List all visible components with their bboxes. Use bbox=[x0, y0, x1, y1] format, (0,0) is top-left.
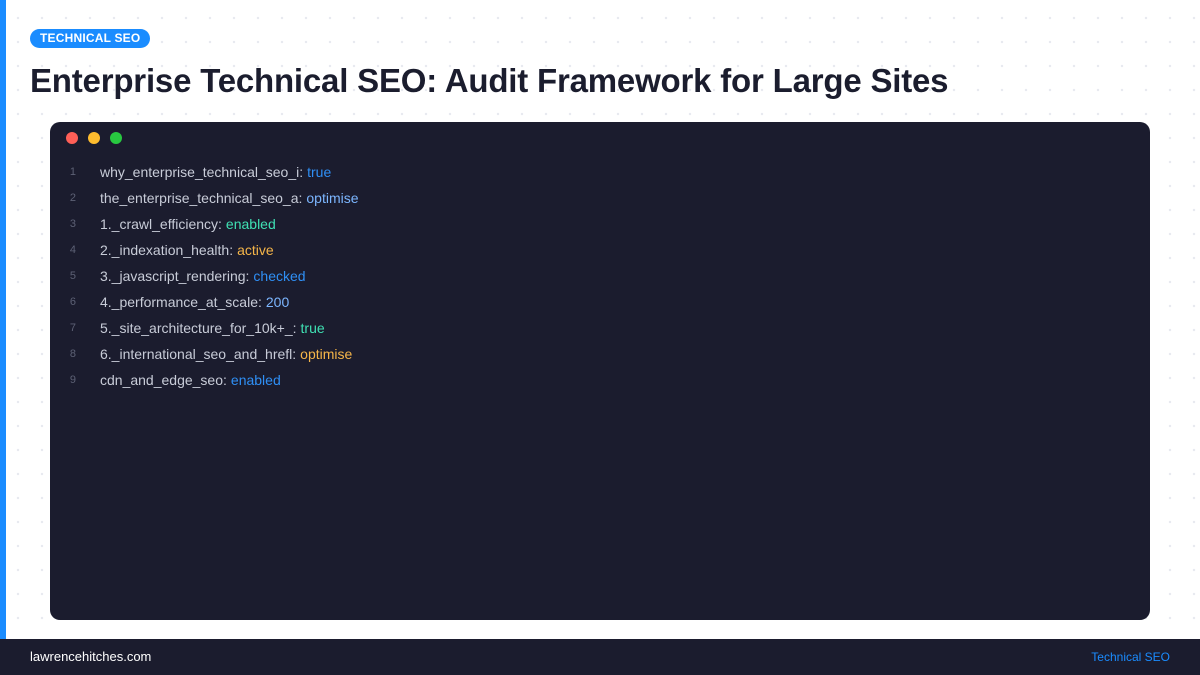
code-key: 3._javascript_rendering bbox=[100, 268, 246, 284]
code-text: why_enterprise_technical_seo_i: true bbox=[100, 164, 332, 180]
footer: lawrencehitches.com Technical SEO bbox=[0, 639, 1200, 675]
code-key: the_enterprise_technical_seo_a bbox=[100, 190, 299, 206]
code-value: 200 bbox=[265, 294, 290, 310]
code-text: the_enterprise_technical_seo_a: optimise bbox=[100, 190, 359, 206]
code-value: optimise bbox=[300, 346, 353, 362]
line-number: 9 bbox=[69, 374, 76, 386]
code-key: 2._indexation_health bbox=[100, 242, 230, 258]
code-window: 1 why_enterprise_technical_seo_i: true 2 … bbox=[50, 122, 1150, 620]
line-number: 5 bbox=[69, 270, 76, 282]
code-value: true bbox=[307, 164, 332, 180]
code-line: 1 why_enterprise_technical_seo_i: true bbox=[50, 159, 1150, 185]
code-line: 3 1._crawl_efficiency: enabled bbox=[50, 211, 1150, 237]
category-badge: TECHNICAL SEO bbox=[30, 29, 151, 48]
code-text: cdn_and_edge_seo: enabled bbox=[100, 372, 281, 388]
code-key: 6._international_seo_and_hrefl bbox=[100, 346, 293, 362]
line-number: 1 bbox=[69, 166, 76, 178]
maximize-dot-icon bbox=[110, 132, 122, 144]
footer-site-link[interactable]: lawrencehitches.com bbox=[30, 639, 151, 675]
line-number: 7 bbox=[69, 322, 76, 334]
page-title: Enterprise Technical SEO: Audit Framewor… bbox=[30, 62, 949, 99]
code-value: checked bbox=[253, 268, 306, 284]
code-key: 5._site_architecture_for_10k+_ bbox=[100, 320, 293, 336]
close-dot-icon bbox=[66, 132, 78, 144]
code-key: cdn_and_edge_seo bbox=[100, 372, 224, 388]
code-text: 6._international_seo_and_hrefl: optimise bbox=[100, 346, 353, 362]
code-value: enabled bbox=[225, 216, 276, 232]
line-number: 3 bbox=[69, 218, 76, 230]
code-text: 2._indexation_health: active bbox=[100, 242, 274, 258]
code-line: 4 2._indexation_health: active bbox=[50, 237, 1150, 263]
code-key: 4._performance_at_scale bbox=[100, 294, 258, 310]
code-line: 8 6._international_seo_and_hrefl: optimis… bbox=[50, 341, 1150, 367]
code-value: enabled bbox=[230, 372, 281, 388]
line-number: 2 bbox=[69, 192, 76, 204]
code-text: 5._site_architecture_for_10k+_: true bbox=[100, 320, 325, 336]
footer-category-link[interactable]: Technical SEO bbox=[1091, 639, 1170, 675]
code-line: 9 cdn_and_edge_seo: enabled bbox=[50, 367, 1150, 393]
line-number: 6 bbox=[69, 296, 76, 308]
code-key: 1._crawl_efficiency bbox=[100, 216, 219, 232]
code-text: 4._performance_at_scale: 200 bbox=[100, 294, 290, 310]
code-value: optimise bbox=[306, 190, 359, 206]
code-line: 5 3._javascript_rendering: checked bbox=[50, 263, 1150, 289]
code-key: why_enterprise_technical_seo_i bbox=[100, 164, 300, 180]
code-value: true bbox=[300, 320, 325, 336]
accent-bar bbox=[0, 0, 6, 639]
code-value: active bbox=[237, 242, 274, 258]
code-line: 7 5._site_architecture_for_10k+_: true bbox=[50, 315, 1150, 341]
line-number: 8 bbox=[69, 348, 76, 360]
code-line: 2 the_enterprise_technical_seo_a: optimis… bbox=[50, 185, 1150, 211]
code-line: 6 4._performance_at_scale: 200 bbox=[50, 289, 1150, 315]
code-text: 3._javascript_rendering: checked bbox=[100, 268, 306, 284]
code-lines: 1 why_enterprise_technical_seo_i: true 2 … bbox=[50, 159, 1150, 393]
code-text: 1._crawl_efficiency: enabled bbox=[100, 216, 276, 232]
minimize-dot-icon bbox=[88, 132, 100, 144]
line-number: 4 bbox=[69, 244, 76, 256]
